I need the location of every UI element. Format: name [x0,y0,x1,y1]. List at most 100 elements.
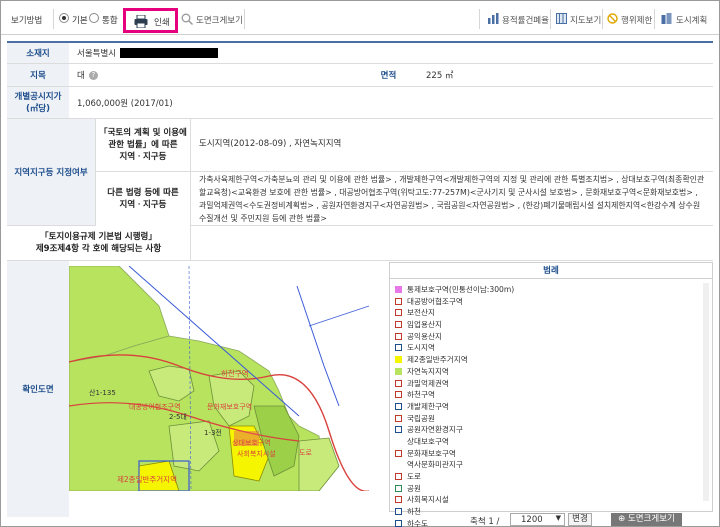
legend-swatch [395,484,402,492]
jimok-cell: 대 ? [69,64,359,86]
confirmation-map[interactable]: 하천구역 산1-135 대공방어협조구역 문화재보호구역 2-5대 1-3전 상… [69,266,383,491]
legend-item: 국립공원 [395,413,635,425]
change-button[interactable]: 변경 [568,513,592,526]
legend-item: 도시지역 [395,342,635,354]
legend-swatch [395,426,402,434]
legend-swatch [395,309,402,317]
map-label: 대공방어협조구역 [129,403,181,411]
legend-item: 공원자연환경지구 [395,424,635,436]
legend-item: 문화재보호구역 [395,448,635,460]
legend-label: 자연녹지지역 [407,366,449,376]
area-header: 면적 [359,64,418,86]
price-value: 1,060,000원 (2017/01) [77,98,173,109]
scale-value: 1200 [521,515,543,525]
legend-item: 임업용산지 [395,319,635,331]
table-row: 지역지구등 지정여부 「국토의 계획 및 이용에 관한 법률」에 따른 지역ㆍ지… [7,119,713,226]
legend-item: 상대보호구역 [395,436,635,448]
legend-label: 보전산지 [407,308,435,318]
other-law-header: 다른 법령 등에 따른 지역ㆍ지구등 [95,172,191,226]
legend-swatch [395,356,402,364]
help-icon[interactable]: ? [88,70,98,80]
legend-scrollbar[interactable] [703,283,709,501]
legend-item: 대공방어협조구역 [395,296,635,308]
table-row: 지목 대 ? 면적 225 ㎡ [7,64,713,87]
scale-select[interactable]: 1200 ▼ [510,513,565,526]
legend-item: 개발제한구역 [395,401,635,413]
map-icon [556,13,567,24]
magnifier-icon [181,13,193,25]
legend-label: 공원자연환경지구 [407,425,463,435]
location-header: 소재지 [7,43,69,63]
map-label: 하천구역 [221,369,249,378]
legend-item: 도로 [395,471,635,483]
legend-label: 개발제한구역 [407,401,449,411]
map-label: 도로 [299,449,312,457]
map-label: 상대보호구역 [232,439,271,447]
national-law-value: 도시지역(2012-08-09) , 자연녹지지역 [191,119,713,172]
legend-swatch [395,367,402,375]
print-button[interactable]: 인쇄 [123,8,178,33]
other-law-value: 가축사육제한구역<가축분뇨의 관리 및 이용에 관한 법률> , 개발제한구역<… [199,175,705,223]
legend-label: 도로 [407,472,421,481]
map-view-button[interactable]: 지도보기 [570,14,601,26]
toolbar-separator [654,9,655,29]
enforce-value [191,226,713,260]
radio-integrated-label: 통합 [102,16,118,26]
map-label: 1-3전 [204,429,222,437]
zoom-map-bottom-button[interactable]: ⊕ 도면크게보기 [611,513,682,526]
legend-swatch [395,508,402,516]
legend-swatch [395,297,402,305]
legend-item: 과밀억제권역 [395,378,635,390]
table-row: 「토지이용규제 기본법 시행령」 제9조제4항 각 호에 해당되는 사항 [7,226,713,260]
gazette-button[interactable]: 용적률건폐율 [502,14,549,26]
map-label: 산1-135 [89,389,116,397]
radio-basic[interactable] [59,13,69,23]
legend-label: 역사문화미관지구 [407,460,463,470]
legend-label: 제2종일반주거지역 [407,355,468,365]
legend-item: 하천구역 [395,389,635,401]
jimok-header: 지목 [7,64,69,86]
legend-item: 공원 [395,483,635,495]
map-controls: 축척 1 / 1200 ▼ 변경 ⊕ 도면크게보기 [470,513,720,527]
map-label: 제2종일반주거지역 [117,475,177,484]
jimok-value: 대 [77,71,85,81]
legend-swatch [395,344,402,352]
area-value: 225 ㎡ [426,71,454,81]
act-limit-button[interactable]: 행위제한 [621,14,652,26]
legend-swatch [395,402,402,410]
legend-swatch [395,461,402,469]
legend-label: 국립공원 [407,413,435,423]
price-header: 개별공시지가 (㎡당) [7,87,69,118]
radio-basic-label: 기본 [72,16,88,26]
legend-item: 통제보호구역(민통선이남:300m) [395,284,635,296]
city-plan-button[interactable]: 도시계획 [676,14,707,26]
enforce-header: 「토지이용규제 기본법 시행령」 제9조제4항 각 호에 해당되는 사항 [7,226,191,260]
table-row: 개별공시지가 (㎡당) 1,060,000원 (2017/01) [7,87,713,119]
map-label: 문화재보호구역 [207,403,253,411]
legend-label: 사회복지시설 [407,495,449,505]
radio-integrated[interactable] [89,13,99,23]
legend-label: 하천구역 [407,390,435,400]
legend-swatch [395,496,402,504]
zoom-map-button[interactable]: 도면크게보기 [196,14,243,26]
legend-label: 도시지역 [407,343,435,353]
national-law-header: 「국토의 계획 및 이용에 관한 법률」에 따른 지역ㆍ지구등 [95,119,191,172]
legend-label: 하수도 [407,518,428,527]
print-label: 인쇄 [154,18,170,28]
legend-label: 상대보호구역 [407,436,449,446]
printer-icon [134,15,148,28]
toolbar-separator [479,9,480,29]
table-row: 소재지 서울특별시 [7,43,713,64]
chevron-down-icon: ▼ [555,514,561,522]
map-label: 사회복지시설 [237,450,276,458]
legend-label: 하천 [407,507,421,517]
legend-item: 제2종일반주거지역 [395,354,635,366]
legend-label: 대공방어협조구역 [407,296,463,306]
legend-swatch [395,414,402,422]
legend-swatch [395,473,402,480]
building-icon [661,13,672,24]
legend-label: 임업용산지 [407,320,442,330]
legend-swatch [395,437,402,445]
zoom-icon: ⊕ [618,514,628,524]
legend-item: 사회복지시설 [395,494,635,506]
